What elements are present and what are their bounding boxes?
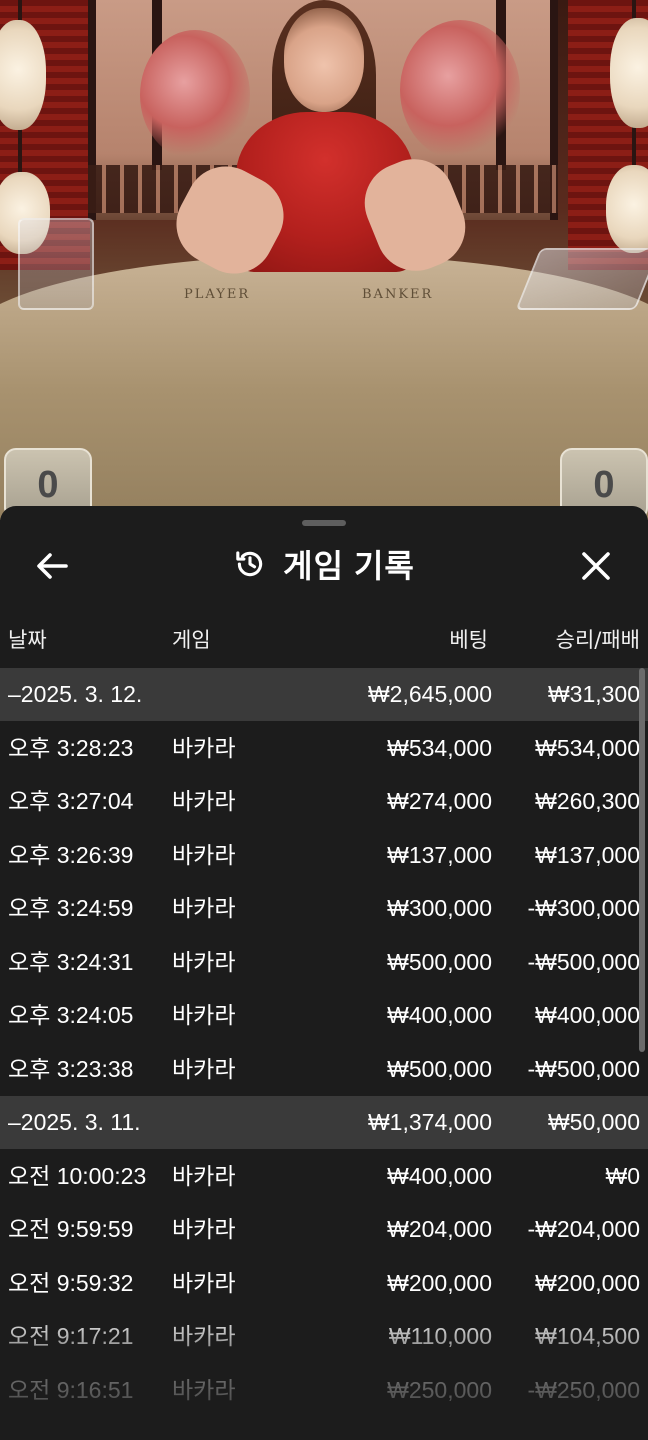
blossom-decoration-left <box>140 30 250 160</box>
date-group-row[interactable]: –2025. 3. 11. ₩1,374,000 ₩50,000 <box>0 1096 648 1149</box>
blossom-decoration-right <box>400 20 520 160</box>
row-bet: ₩274,000 <box>387 788 492 814</box>
lantern-left <box>0 20 46 130</box>
history-row[interactable]: 오전 10:00:23 바카라 ₩400,000 ₩0 <box>0 1150 648 1203</box>
banker-score: 0 <box>593 464 615 506</box>
game-history-sheet: 게임 기록 날짜 게임 베팅 승리/패배 –2025. 3. 12. ₩2,645… <box>0 506 648 1440</box>
lantern-right-lower <box>606 165 648 253</box>
group-bet-total: ₩1,374,000 <box>367 1109 492 1135</box>
title-group: 게임 기록 <box>0 530 648 598</box>
row-time: 오후 3:24:31 <box>8 948 134 975</box>
discard-tray <box>515 248 648 310</box>
scrollbar[interactable] <box>639 668 645 1052</box>
history-row[interactable]: 오후 3:24:59 바카라 ₩300,000 -₩300,000 <box>0 882 648 935</box>
row-game: 바카라 <box>172 1323 236 1349</box>
player-score: 0 <box>37 464 59 506</box>
history-row[interactable]: 오후 3:26:39 바카라 ₩137,000 ₩137,000 <box>0 829 648 882</box>
history-row[interactable]: 오전 9:16:51 바카라 ₩250,000 -₩250,000 <box>0 1364 648 1417</box>
row-time: 오후 3:28:23 <box>8 734 134 761</box>
row-game: 바카라 <box>172 734 236 761</box>
group-win-loss-total: ₩31,300 <box>547 681 640 707</box>
row-game: 바카라 <box>172 1162 236 1189</box>
back-button[interactable] <box>30 544 74 588</box>
history-row[interactable]: 오후 3:27:04 바카라 ₩274,000 ₩260,300 <box>0 775 648 828</box>
column-header-bet: 베팅 <box>449 628 488 652</box>
row-bet: ₩400,000 <box>387 1162 492 1189</box>
card-shoe <box>18 218 94 310</box>
player-label: PLAYER <box>184 287 251 302</box>
row-win-loss: -₩300,000 <box>527 895 640 921</box>
column-header-date: 날짜 <box>8 628 47 652</box>
dealer-face <box>284 8 364 112</box>
row-bet: ₩500,000 <box>387 948 492 975</box>
row-bet: ₩110,000 <box>388 1323 492 1349</box>
row-game: 바카라 <box>172 1269 236 1296</box>
date-group-row[interactable]: –2025. 3. 12. ₩2,645,000 ₩31,300 <box>0 668 648 721</box>
row-time: 오전 9:16:51 <box>8 1376 134 1403</box>
row-time: 오후 3:24:59 <box>8 895 134 921</box>
row-time: 오후 3:23:38 <box>8 1055 134 1082</box>
group-win-loss-total: ₩50,000 <box>547 1109 640 1135</box>
group-date: –2025. 3. 11. <box>8 1109 141 1135</box>
row-bet: ₩137,000 <box>387 841 492 868</box>
row-game: 바카라 <box>172 948 236 975</box>
group-date: –2025. 3. 12. <box>8 681 143 707</box>
row-game: 바카라 <box>172 1055 236 1082</box>
live-video-feed: PLAYER BANKER 0 0 <box>0 0 648 520</box>
row-win-loss: ₩137,000 <box>535 841 640 868</box>
row-time: 오전 9:59:59 <box>8 1216 134 1242</box>
history-row[interactable]: 오전 9:59:59 바카라 ₩204,000 -₩204,000 <box>0 1203 648 1256</box>
row-bet: ₩204,000 <box>387 1216 492 1242</box>
column-header-win-loss: 승리/패배 <box>555 628 640 652</box>
page-title: 게임 기록 <box>283 548 415 584</box>
row-bet: ₩200,000 <box>387 1269 492 1296</box>
row-win-loss: ₩104,500 <box>535 1323 640 1349</box>
history-list[interactable]: –2025. 3. 12. ₩2,645,000 ₩31,300 오후 3:28:23… <box>0 668 648 1440</box>
row-time: 오전 9:17:21 <box>8 1323 134 1349</box>
arrow-left-icon <box>37 553 68 579</box>
sheet-header: 게임 기록 <box>0 530 648 598</box>
sheet-drag-handle[interactable] <box>302 520 346 526</box>
row-game: 바카라 <box>172 1002 236 1028</box>
row-win-loss: -₩500,000 <box>527 1055 640 1082</box>
row-time: 오후 3:26:39 <box>8 841 134 868</box>
row-win-loss: ₩534,000 <box>535 734 640 761</box>
history-row[interactable]: 오전 9:59:32 바카라 ₩200,000 ₩200,000 <box>0 1257 648 1310</box>
row-time: 오후 3:27:04 <box>8 788 134 814</box>
group-bet-total: ₩2,645,000 <box>367 681 492 707</box>
history-row[interactable]: 오전 9:17:21 바카라 ₩110,000 ₩104,500 <box>0 1310 648 1363</box>
row-win-loss: ₩400,000 <box>535 1002 640 1028</box>
row-win-loss: -₩204,000 <box>527 1216 640 1242</box>
row-game: 바카라 <box>172 1216 236 1242</box>
row-win-loss: -₩250,000 <box>527 1376 640 1403</box>
column-header-game: 게임 <box>172 628 211 652</box>
row-win-loss: ₩200,000 <box>535 1269 640 1296</box>
row-time: 오후 3:24:05 <box>8 1002 134 1028</box>
row-win-loss: -₩500,000 <box>527 948 640 975</box>
row-game: 바카라 <box>172 1376 236 1403</box>
row-time: 오전 9:59:32 <box>8 1269 134 1296</box>
row-game: 바카라 <box>172 841 236 868</box>
history-clock-icon <box>236 551 263 577</box>
row-bet: ₩250,000 <box>387 1376 492 1403</box>
close-icon <box>582 552 610 580</box>
banker-label: BANKER <box>362 287 434 302</box>
row-win-loss: ₩0 <box>605 1162 641 1189</box>
row-bet: ₩534,000 <box>387 734 492 761</box>
row-bet: ₩300,000 <box>387 895 492 921</box>
history-row[interactable]: 오후 3:24:31 바카라 ₩500,000 -₩500,000 <box>0 936 648 989</box>
row-game: 바카라 <box>172 895 236 921</box>
history-row[interactable]: 오후 3:23:38 바카라 ₩500,000 -₩500,000 <box>0 1043 648 1096</box>
row-time: 오전 10:00:23 <box>8 1162 147 1189</box>
close-button[interactable] <box>574 544 618 588</box>
row-bet: ₩500,000 <box>387 1055 492 1082</box>
history-row[interactable]: 오후 3:24:05 바카라 ₩400,000 ₩400,000 <box>0 989 648 1042</box>
row-win-loss: ₩260,300 <box>535 788 640 814</box>
row-game: 바카라 <box>172 788 236 814</box>
row-bet: ₩400,000 <box>387 1002 492 1028</box>
history-row[interactable]: 오후 3:28:23 바카라 ₩534,000 ₩534,000 <box>0 722 648 775</box>
